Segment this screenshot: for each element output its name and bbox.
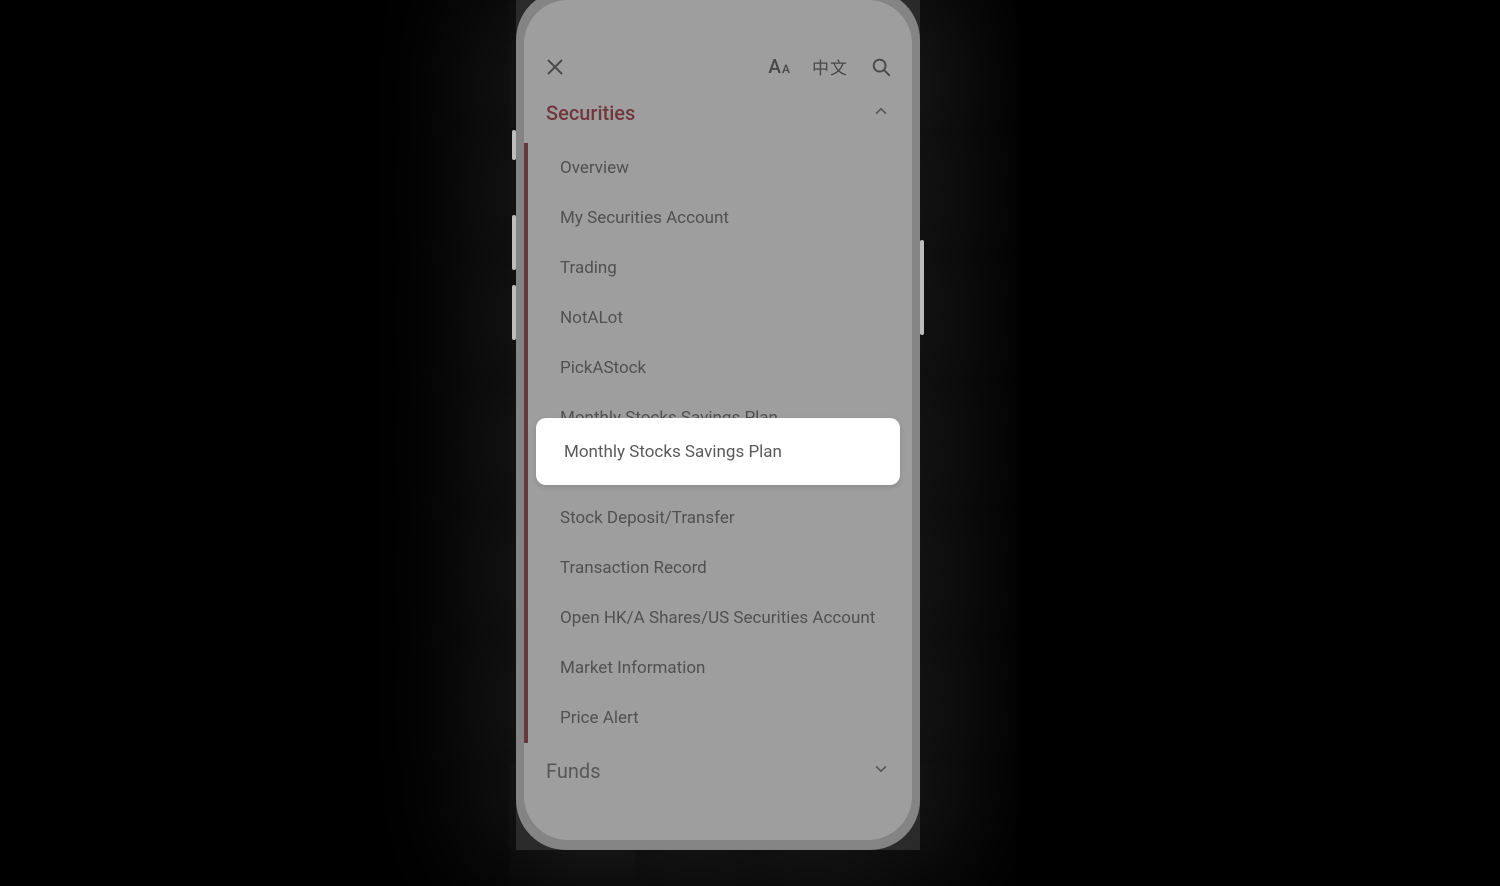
section-securities-title: Securities: [546, 101, 635, 125]
close-icon[interactable]: [544, 56, 566, 78]
section-funds-title: Funds: [546, 759, 601, 783]
phone-frame: AA 中文 Securities: [516, 0, 920, 850]
section-funds-header[interactable]: Funds: [524, 743, 912, 783]
status-bar-spacer: [524, 0, 912, 48]
section-securities-header[interactable]: Securities: [524, 93, 912, 143]
menu-item-notalot[interactable]: NotALot: [528, 293, 912, 343]
side-button-power: [920, 240, 924, 335]
side-button-mute: [512, 130, 516, 160]
chevron-up-icon: [872, 101, 890, 125]
highlighted-menu-item-label: Monthly Stocks Savings Plan: [564, 442, 782, 462]
menu-item-my-securities-account[interactable]: My Securities Account: [528, 193, 912, 243]
chevron-down-icon: [872, 759, 890, 783]
menu-item-price-alert[interactable]: Price Alert: [528, 693, 912, 743]
menu-item-market-information[interactable]: Market Information: [528, 643, 912, 693]
stage: AA 中文 Securities: [0, 0, 1500, 886]
menu-item-transaction-record[interactable]: Transaction Record: [528, 543, 912, 593]
search-icon[interactable]: [870, 56, 892, 78]
font-size-icon[interactable]: AA: [768, 55, 790, 78]
menu-item-trading[interactable]: Trading: [528, 243, 912, 293]
language-toggle[interactable]: 中文: [812, 54, 848, 79]
menu-item-pickastock[interactable]: PickAStock: [528, 343, 912, 393]
top-bar: AA 中文: [524, 48, 912, 93]
highlighted-menu-item[interactable]: Monthly Stocks Savings Plan: [536, 418, 900, 485]
side-button-vol-down: [512, 285, 516, 340]
side-button-vol-up: [512, 215, 516, 270]
menu-item-overview[interactable]: Overview: [528, 143, 912, 193]
menu-item-stock-deposit-transfer[interactable]: Stock Deposit/Transfer: [528, 493, 912, 543]
menu-item-open-hk-a-us-account[interactable]: Open HK/A Shares/US Securities Account: [528, 593, 912, 643]
